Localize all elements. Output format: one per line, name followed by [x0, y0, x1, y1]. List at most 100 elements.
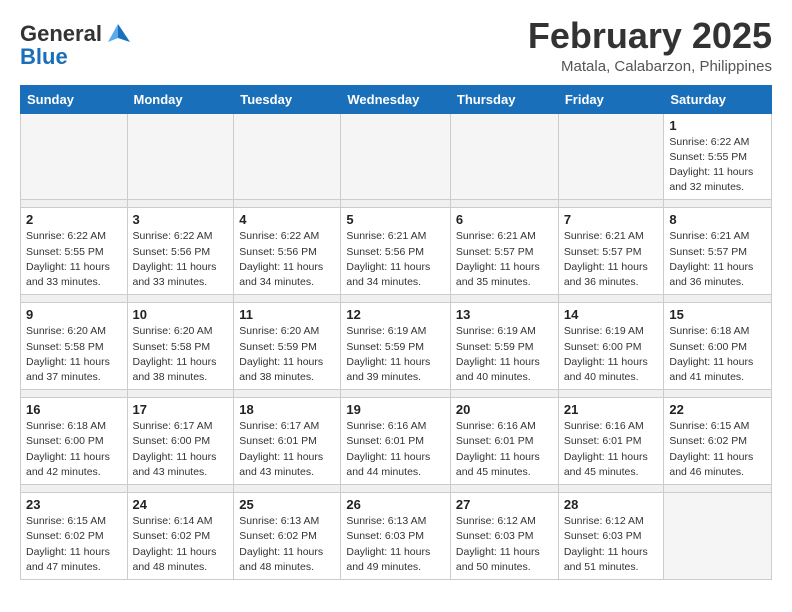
calendar-day-cell: 20Sunrise: 6:16 AM Sunset: 6:01 PM Dayli… — [450, 398, 558, 485]
day-info: Sunrise: 6:12 AM Sunset: 6:03 PM Dayligh… — [456, 514, 553, 575]
day-info: Sunrise: 6:22 AM Sunset: 5:55 PM Dayligh… — [669, 135, 766, 196]
day-number: 16 — [26, 402, 122, 417]
day-number: 24 — [133, 497, 229, 512]
calendar-day-cell: 9 Sunrise: 6:20 AM Sunset: 5:58 PM Daylig… — [21, 303, 128, 390]
week-separator — [21, 485, 772, 493]
calendar-day-cell — [21, 113, 128, 200]
day-number: 23 — [26, 497, 122, 512]
day-of-week-header: Sunday — [21, 85, 128, 113]
calendar-day-cell: 2Sunrise: 6:22 AM Sunset: 5:55 PM Daylig… — [21, 208, 128, 295]
day-of-week-header: Monday — [127, 85, 234, 113]
calendar-day-cell: 12Sunrise: 6:19 AM Sunset: 5:59 PM Dayli… — [341, 303, 451, 390]
day-info: Sunrise: 6:20 AM Sunset: 5:58 PM Dayligh… — [26, 324, 122, 385]
day-info: Sunrise: 6:13 AM Sunset: 6:03 PM Dayligh… — [346, 514, 445, 575]
calendar-day-cell — [664, 493, 772, 580]
day-info: Sunrise: 6:16 AM Sunset: 6:01 PM Dayligh… — [564, 419, 659, 480]
day-info: Sunrise: 6:21 AM Sunset: 5:57 PM Dayligh… — [669, 229, 766, 290]
calendar-day-cell: 24Sunrise: 6:14 AM Sunset: 6:02 PM Dayli… — [127, 493, 234, 580]
calendar-table: SundayMondayTuesdayWednesdayThursdayFrid… — [20, 85, 772, 580]
calendar-day-cell: 3 Sunrise: 6:22 AM Sunset: 5:56 PM Daylig… — [127, 208, 234, 295]
day-of-week-header: Tuesday — [234, 85, 341, 113]
calendar-day-cell: 11 Sunrise: 6:20 AM Sunset: 5:59 PM Dayli… — [234, 303, 341, 390]
logo-text: General — [20, 22, 102, 46]
calendar-week-row: 1 Sunrise: 6:22 AM Sunset: 5:55 PM Daylig… — [21, 113, 772, 200]
calendar-day-cell: 21Sunrise: 6:16 AM Sunset: 6:01 PM Dayli… — [558, 398, 664, 485]
day-info: Sunrise: 6:13 AM Sunset: 6:02 PM Dayligh… — [239, 514, 335, 575]
logo: General Blue — [20, 20, 132, 70]
day-info: Sunrise: 6:22 AM Sunset: 5:56 PM Dayligh… — [239, 229, 335, 290]
day-info: Sunrise: 6:18 AM Sunset: 6:00 PM Dayligh… — [669, 324, 766, 385]
logo-icon — [104, 20, 132, 48]
calendar-day-cell: 8Sunrise: 6:21 AM Sunset: 5:57 PM Daylig… — [664, 208, 772, 295]
calendar-week-row: 16 Sunrise: 6:18 AM Sunset: 6:00 PM Dayli… — [21, 398, 772, 485]
day-number: 2 — [26, 212, 122, 227]
day-number: 27 — [456, 497, 553, 512]
day-number: 7 — [564, 212, 659, 227]
day-info: Sunrise: 6:21 AM Sunset: 5:56 PM Dayligh… — [346, 229, 445, 290]
header-right: February 2025 Matala, Calabarzon, Philip… — [528, 16, 772, 75]
month-title: February 2025 — [528, 16, 772, 56]
calendar-day-cell: 26 Sunrise: 6:13 AM Sunset: 6:03 PM Dayli… — [341, 493, 451, 580]
day-number: 18 — [239, 402, 335, 417]
calendar-day-cell — [558, 113, 664, 200]
calendar-day-cell — [127, 113, 234, 200]
day-number: 25 — [239, 497, 335, 512]
calendar-day-cell: 16 Sunrise: 6:18 AM Sunset: 6:00 PM Dayli… — [21, 398, 128, 485]
day-info: Sunrise: 6:17 AM Sunset: 6:00 PM Dayligh… — [133, 419, 229, 480]
calendar-day-cell: 27 Sunrise: 6:12 AM Sunset: 6:03 PM Dayli… — [450, 493, 558, 580]
day-number: 6 — [456, 212, 553, 227]
day-number: 3 — [133, 212, 229, 227]
day-info: Sunrise: 6:16 AM Sunset: 6:01 PM Dayligh… — [346, 419, 445, 480]
day-number: 10 — [133, 307, 229, 322]
calendar-day-cell: 4 Sunrise: 6:22 AM Sunset: 5:56 PM Daylig… — [234, 208, 341, 295]
day-number: 28 — [564, 497, 659, 512]
day-info: Sunrise: 6:15 AM Sunset: 6:02 PM Dayligh… — [669, 419, 766, 480]
calendar-week-row: 9 Sunrise: 6:20 AM Sunset: 5:58 PM Daylig… — [21, 303, 772, 390]
day-number: 15 — [669, 307, 766, 322]
day-info: Sunrise: 6:19 AM Sunset: 5:59 PM Dayligh… — [346, 324, 445, 385]
calendar-day-cell: 19 Sunrise: 6:16 AM Sunset: 6:01 PM Dayli… — [341, 398, 451, 485]
calendar-day-cell: 23 Sunrise: 6:15 AM Sunset: 6:02 PM Dayli… — [21, 493, 128, 580]
day-number: 1 — [669, 118, 766, 133]
calendar-day-cell: 1 Sunrise: 6:22 AM Sunset: 5:55 PM Daylig… — [664, 113, 772, 200]
day-of-week-header: Saturday — [664, 85, 772, 113]
page: General Blue February 2025 Matala, Calab… — [0, 0, 792, 596]
day-info: Sunrise: 6:21 AM Sunset: 5:57 PM Dayligh… — [564, 229, 659, 290]
calendar-day-cell: 18Sunrise: 6:17 AM Sunset: 6:01 PM Dayli… — [234, 398, 341, 485]
day-number: 26 — [346, 497, 445, 512]
day-number: 14 — [564, 307, 659, 322]
calendar-day-cell — [341, 113, 451, 200]
day-info: Sunrise: 6:20 AM Sunset: 5:58 PM Dayligh… — [133, 324, 229, 385]
week-separator — [21, 200, 772, 208]
day-number: 17 — [133, 402, 229, 417]
calendar-day-cell: 25 Sunrise: 6:13 AM Sunset: 6:02 PM Dayli… — [234, 493, 341, 580]
calendar-day-cell: 14Sunrise: 6:19 AM Sunset: 6:00 PM Dayli… — [558, 303, 664, 390]
day-number: 11 — [239, 307, 335, 322]
calendar-day-cell: 13 Sunrise: 6:19 AM Sunset: 5:59 PM Dayli… — [450, 303, 558, 390]
calendar-day-cell: 28Sunrise: 6:12 AM Sunset: 6:03 PM Dayli… — [558, 493, 664, 580]
day-info: Sunrise: 6:20 AM Sunset: 5:59 PM Dayligh… — [239, 324, 335, 385]
calendar-day-cell — [234, 113, 341, 200]
day-number: 9 — [26, 307, 122, 322]
calendar-week-row: 2Sunrise: 6:22 AM Sunset: 5:55 PM Daylig… — [21, 208, 772, 295]
day-of-week-header: Wednesday — [341, 85, 451, 113]
calendar-week-row: 23 Sunrise: 6:15 AM Sunset: 6:02 PM Dayli… — [21, 493, 772, 580]
day-info: Sunrise: 6:18 AM Sunset: 6:00 PM Dayligh… — [26, 419, 122, 480]
day-of-week-header: Thursday — [450, 85, 558, 113]
day-number: 4 — [239, 212, 335, 227]
day-info: Sunrise: 6:22 AM Sunset: 5:56 PM Dayligh… — [133, 229, 229, 290]
calendar-day-cell: 6 Sunrise: 6:21 AM Sunset: 5:57 PM Daylig… — [450, 208, 558, 295]
day-number: 13 — [456, 307, 553, 322]
calendar-header-row: SundayMondayTuesdayWednesdayThursdayFrid… — [21, 85, 772, 113]
day-info: Sunrise: 6:21 AM Sunset: 5:57 PM Dayligh… — [456, 229, 553, 290]
day-number: 19 — [346, 402, 445, 417]
day-info: Sunrise: 6:19 AM Sunset: 5:59 PM Dayligh… — [456, 324, 553, 385]
calendar-day-cell: 7 Sunrise: 6:21 AM Sunset: 5:57 PM Daylig… — [558, 208, 664, 295]
calendar-day-cell: 10 Sunrise: 6:20 AM Sunset: 5:58 PM Dayli… — [127, 303, 234, 390]
day-number: 20 — [456, 402, 553, 417]
day-of-week-header: Friday — [558, 85, 664, 113]
week-separator — [21, 390, 772, 398]
day-number: 22 — [669, 402, 766, 417]
calendar-day-cell: 5Sunrise: 6:21 AM Sunset: 5:56 PM Daylig… — [341, 208, 451, 295]
day-info: Sunrise: 6:15 AM Sunset: 6:02 PM Dayligh… — [26, 514, 122, 575]
